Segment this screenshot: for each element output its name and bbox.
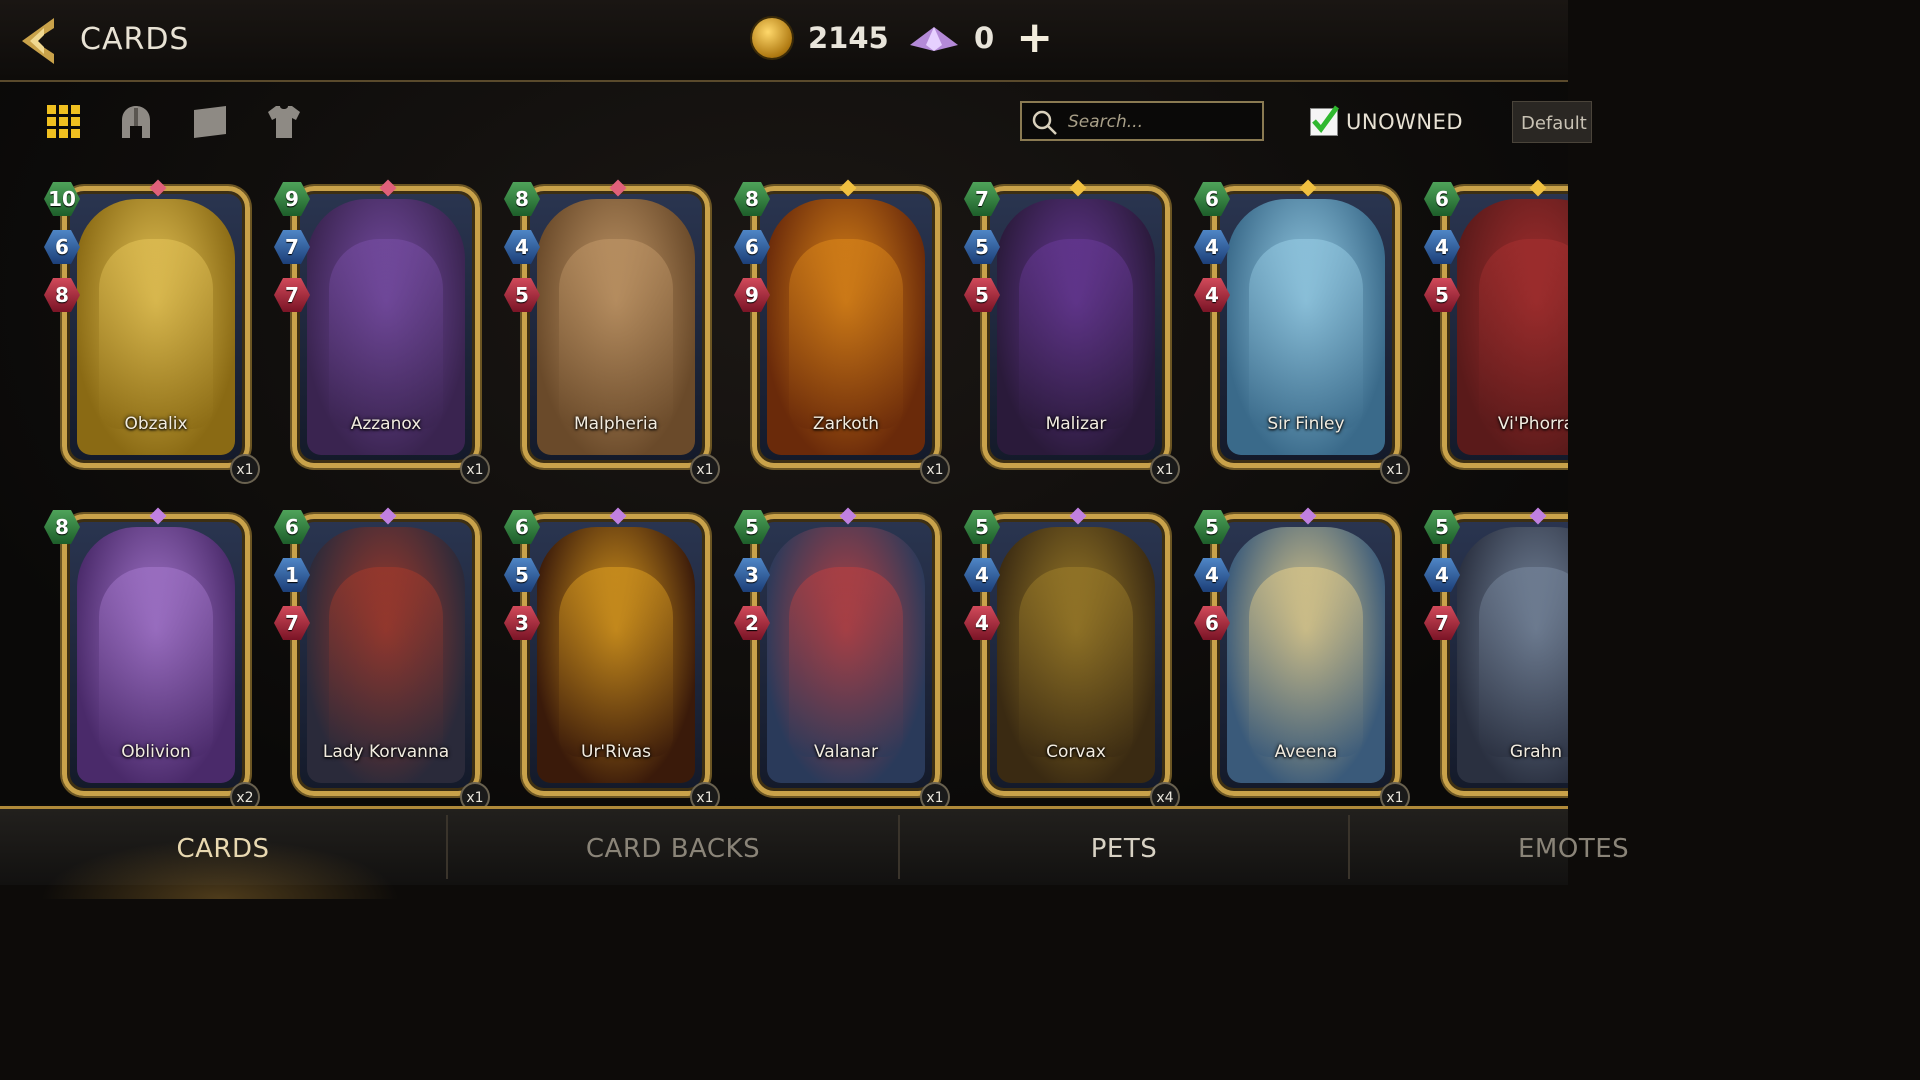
- tab-pets[interactable]: PETS: [900, 809, 1348, 885]
- owned-count-badge: x1: [690, 782, 720, 806]
- owned-count-badge: x4: [1150, 782, 1180, 806]
- card-name: Lady Korvanna: [322, 742, 450, 762]
- card-character-silhouette: [789, 239, 903, 429]
- card-name: Grahn: [1509, 742, 1563, 762]
- card-tile[interactable]: Sir Finley 6 4 4 x1: [1194, 179, 1424, 484]
- card-name: Zarkoth: [812, 414, 880, 434]
- card-tile[interactable]: Aveena 5 4 6 x1: [1194, 507, 1424, 806]
- tab-card-backs[interactable]: CARD BACKS: [448, 809, 898, 885]
- card-grid: Obzalix 10 6 8 x1 Azzanox 9 7 7 x1 Malpheria 8 4 5 x1 Z…: [0, 0, 1568, 806]
- card-character-silhouette: [329, 567, 443, 757]
- card-tile[interactable]: Azzanox 9 7 7 x1: [274, 179, 504, 484]
- owned-count-badge: x1: [460, 454, 490, 484]
- card-tile[interactable]: Lady Korvanna 6 1 7 x1: [274, 507, 504, 806]
- tab-divider: [1348, 815, 1350, 879]
- card-name: Sir Finley: [1267, 414, 1345, 434]
- card-name: Obzalix: [124, 414, 188, 434]
- owned-count-badge: x1: [1380, 454, 1410, 484]
- card-character-silhouette: [1019, 239, 1133, 429]
- card-character-silhouette: [99, 239, 213, 429]
- card-name: Ur'Rivas: [581, 742, 651, 762]
- card-tile[interactable]: Corvax 5 4 4 x4: [964, 507, 1194, 806]
- owned-count-badge: x1: [690, 454, 720, 484]
- card-name: Aveena: [1274, 742, 1338, 762]
- card-character-silhouette: [1019, 567, 1133, 757]
- owned-count-badge: x1: [1380, 782, 1410, 806]
- card-tile[interactable]: Grahn547x1: [1424, 507, 1568, 806]
- card-character-silhouette: [1479, 567, 1568, 757]
- card-character-silhouette: [329, 239, 443, 429]
- card-tile[interactable]: Vi'Phorra645x1: [1424, 179, 1568, 482]
- card-name: Vi'Phorra: [1497, 414, 1568, 434]
- card-character-silhouette: [1249, 567, 1363, 757]
- card-name: Valanar: [813, 742, 879, 762]
- card-tile[interactable]: Obzalix 10 6 8 x1: [44, 179, 274, 484]
- owned-count-badge: x1: [920, 454, 950, 484]
- card-name: Corvax: [1046, 742, 1106, 762]
- bottom-tab-bar: CARDS CARD BACKS PETS EMOTES: [0, 806, 1629, 899]
- owned-count-badge: x1: [1150, 454, 1180, 484]
- card-tile[interactable]: Valanar 5 3 2 x1: [734, 507, 964, 806]
- card-character-silhouette: [99, 567, 213, 757]
- tab-emotes[interactable]: EMOTES: [1518, 809, 1718, 885]
- owned-count-badge: x2: [230, 782, 260, 806]
- card-tile[interactable]: Malpheria 8 4 5 x1: [504, 179, 734, 484]
- card-name: Malizar: [1045, 414, 1107, 434]
- card-character-silhouette: [559, 567, 673, 757]
- card-tile[interactable]: Oblivion 8 x2: [44, 507, 274, 806]
- card-tile[interactable]: Zarkoth 8 6 9 x1: [734, 179, 964, 484]
- owned-count-badge: x1: [920, 782, 950, 806]
- card-name: Malpheria: [574, 414, 658, 434]
- card-tile[interactable]: Malizar 7 5 5 x1: [964, 179, 1194, 484]
- owned-count-badge: x1: [460, 782, 490, 806]
- card-character-silhouette: [559, 239, 673, 429]
- card-name: Azzanox: [350, 414, 422, 434]
- tab-cards[interactable]: CARDS: [0, 809, 446, 885]
- card-character-silhouette: [1479, 239, 1568, 429]
- owned-count-badge: x1: [230, 454, 260, 484]
- card-tile[interactable]: Ur'Rivas 6 5 3 x1: [504, 507, 734, 806]
- card-name: Oblivion: [121, 742, 191, 762]
- card-character-silhouette: [789, 567, 903, 757]
- card-character-silhouette: [1249, 239, 1363, 429]
